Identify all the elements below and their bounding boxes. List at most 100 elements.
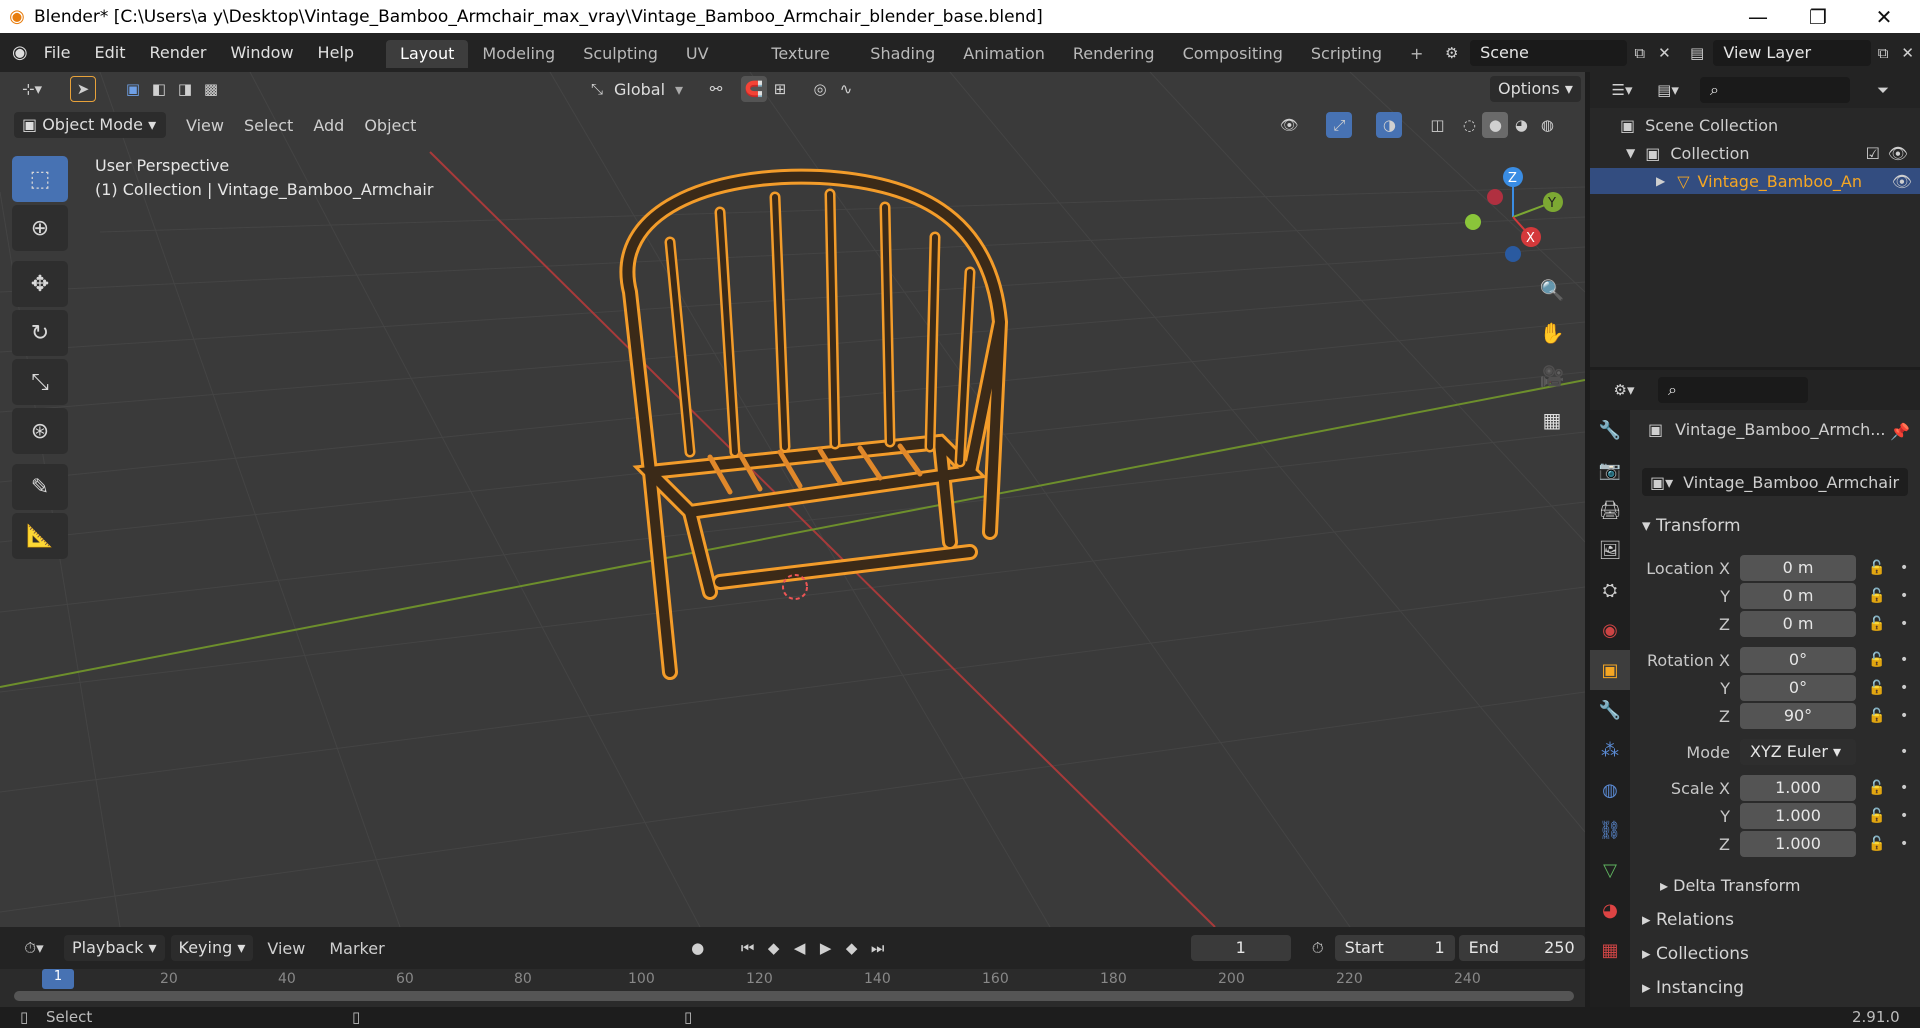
rotate-tool[interactable]: ↻ xyxy=(12,310,68,356)
tab-uv-editing[interactable]: UV Editing xyxy=(672,40,757,91)
navigation-gizmo[interactable]: Z Y X xyxy=(1455,162,1575,272)
texture-tab-icon[interactable]: ▦ xyxy=(1590,930,1630,970)
relations-panel[interactable]: ▸ Relations xyxy=(1642,910,1734,930)
transform-tool[interactable]: ⊛ xyxy=(12,408,68,454)
location-x-field[interactable]: 0 m xyxy=(1740,555,1856,581)
ortho-toggle-icon[interactable]: ▦ xyxy=(1534,402,1570,438)
auto-keying-icon[interactable]: ● xyxy=(685,935,711,961)
visibility-icon[interactable]: 👁 xyxy=(1276,112,1302,138)
xray-icon[interactable]: ◫ xyxy=(1424,112,1450,138)
lock-icon[interactable]: 🔓 xyxy=(1868,560,1886,576)
timeline-scrollbar[interactable] xyxy=(14,991,1574,1001)
end-frame-field[interactable]: End 250 xyxy=(1458,935,1585,961)
pivot-point-icon[interactable]: ⚯ xyxy=(703,76,729,102)
keyframe-dot-icon[interactable]: • xyxy=(1900,560,1908,576)
delta-transform-panel[interactable]: ▸ Delta Transform xyxy=(1660,876,1800,895)
timeline-editor-type-icon[interactable]: ⏱▾ xyxy=(14,935,54,961)
lock-icon[interactable]: 🔓 xyxy=(1868,808,1886,824)
scale-x-field[interactable]: 1.000 xyxy=(1740,775,1856,801)
pan-hand-icon[interactable]: ✋ xyxy=(1534,315,1570,351)
snap-target-icon[interactable]: ⊞ xyxy=(767,76,793,102)
lock-icon[interactable]: 🔓 xyxy=(1868,588,1886,604)
menu-select[interactable]: Select xyxy=(244,116,293,135)
gizmo-toggle-icon[interactable]: ⤢ xyxy=(1326,112,1353,138)
play-reverse-icon[interactable]: ◀ xyxy=(787,935,813,961)
lock-icon[interactable]: 🔓 xyxy=(1868,652,1886,668)
expand-arrow-icon[interactable]: ▼ xyxy=(1626,146,1635,160)
lock-icon[interactable]: 🔓 xyxy=(1868,780,1886,796)
object-row[interactable]: ▶ ▽ Vintage_Bamboo_An 👁 xyxy=(1590,168,1920,194)
keyframe-dot-icon[interactable]: • xyxy=(1900,680,1908,696)
move-tool[interactable]: ✥ xyxy=(12,261,68,307)
lock-icon[interactable]: 🔓 xyxy=(1868,680,1886,696)
minimize-button[interactable]: — xyxy=(1730,0,1786,33)
select-intersect-icon[interactable]: ▩ xyxy=(198,76,224,102)
scale-tool[interactable]: ⤡ xyxy=(12,359,68,405)
tab-animation[interactable]: Animation xyxy=(949,40,1059,68)
new-scene-icon[interactable]: ⧉ xyxy=(1627,40,1652,66)
play-icon[interactable]: ▶ xyxy=(813,935,839,961)
filter-icon[interactable]: ⏷ xyxy=(1870,77,1896,103)
transform-panel-header[interactable]: ▾ Transform xyxy=(1642,516,1741,536)
physics-tab-icon[interactable]: ◍ xyxy=(1590,770,1630,810)
measure-tool[interactable]: 📐 xyxy=(12,513,68,559)
proportional-edit-icon[interactable]: ◎ xyxy=(807,76,833,102)
location-z-field[interactable]: 0 m xyxy=(1740,611,1856,637)
menu-object[interactable]: Object xyxy=(364,116,416,135)
particles-tab-icon[interactable]: ⁂ xyxy=(1590,730,1630,770)
keyframe-dot-icon[interactable]: • xyxy=(1900,836,1908,852)
scene-selector-icon[interactable]: ⚙ xyxy=(1439,40,1464,66)
select-box-mode-icon[interactable]: ▣ xyxy=(120,76,146,102)
transform-orientation-icon[interactable]: ⤡ xyxy=(584,76,610,102)
object-name-field[interactable]: ▣▾ Vintage_Bamboo_Armchair xyxy=(1642,468,1908,496)
tab-rendering[interactable]: Rendering xyxy=(1059,40,1169,68)
keyframe-dot-icon[interactable]: • xyxy=(1900,808,1908,824)
cursor-tool[interactable]: ⊕ xyxy=(12,205,68,251)
view-layer-tab-icon[interactable]: 🖼 xyxy=(1590,530,1630,570)
data-tab-icon[interactable]: ▽ xyxy=(1590,850,1630,890)
visibility-eye-icon[interactable]: 👁 xyxy=(1888,144,1908,163)
view-layer-icon[interactable]: ▤ xyxy=(1685,40,1710,66)
pin-icon[interactable]: 📌 xyxy=(1890,422,1910,441)
jump-start-icon[interactable]: ⏮ xyxy=(735,935,761,961)
tab-shading[interactable]: Shading xyxy=(856,40,949,68)
tab-modeling[interactable]: Modeling xyxy=(468,40,569,68)
tab-layout[interactable]: Layout xyxy=(386,39,469,68)
object-visibility-eye-icon[interactable]: 👁 xyxy=(1892,172,1912,191)
orientation-value[interactable]: Global xyxy=(614,80,665,99)
collapse-arrow-icon[interactable]: ▶ xyxy=(1656,174,1665,188)
material-tab-icon[interactable]: ◕ xyxy=(1590,890,1630,930)
keyframe-dot-icon[interactable]: • xyxy=(1900,708,1908,724)
menu-edit[interactable]: Edit xyxy=(83,43,138,62)
location-y-field[interactable]: 0 m xyxy=(1740,583,1856,609)
lock-icon[interactable]: 🔓 xyxy=(1868,836,1886,852)
rotation-x-field[interactable]: 0° xyxy=(1740,647,1856,673)
armchair-object[interactable] xyxy=(590,152,1010,682)
outliner-search-input[interactable]: ⌕ xyxy=(1700,77,1850,103)
select-subtract-icon[interactable]: ◨ xyxy=(172,76,198,102)
menu-render[interactable]: Render xyxy=(137,43,218,62)
3d-viewport[interactable]: ⊹▾ ➤ ▣ ◧ ◨ ▩ ⤡ Global ▾ ⚯ 🧲 ⊞ ◎ ∿ Option… xyxy=(0,72,1585,927)
timeline-ruler[interactable]: 1 20 40 60 80 100 120 140 160 180 200 22… xyxy=(0,969,1585,1007)
current-frame-field[interactable]: 1 xyxy=(1190,935,1291,961)
add-workspace-icon[interactable]: + xyxy=(1396,40,1437,68)
keyframe-dot-icon[interactable]: • xyxy=(1900,652,1908,668)
modifier-tab-icon[interactable]: 🔧 xyxy=(1590,690,1630,730)
timeline-view-menu[interactable]: View xyxy=(267,939,305,958)
delete-scene-icon[interactable]: ✕ xyxy=(1652,40,1677,66)
tab-sculpting[interactable]: Sculpting xyxy=(569,40,672,68)
start-frame-field[interactable]: Start 1 xyxy=(1334,935,1455,961)
keyframe-dot-icon[interactable]: • xyxy=(1900,744,1908,760)
material-shading-icon[interactable]: ◕ xyxy=(1508,112,1534,138)
menu-view[interactable]: View xyxy=(186,116,224,135)
collections-panel[interactable]: ▸ Collections xyxy=(1642,944,1749,964)
close-button[interactable]: ✕ xyxy=(1856,0,1912,33)
camera-view-icon[interactable]: 🎥 xyxy=(1534,358,1570,394)
new-view-layer-icon[interactable]: ⧉ xyxy=(1871,40,1896,66)
display-mode-icon[interactable]: ▤▾ xyxy=(1650,77,1686,103)
jump-end-icon[interactable]: ⏭ xyxy=(865,935,891,961)
scale-y-field[interactable]: 1.000 xyxy=(1740,803,1856,829)
mode-dropdown[interactable]: ▣ Object Mode ▾ xyxy=(14,112,166,138)
playhead[interactable]: 1 xyxy=(42,969,74,989)
view-layer-field[interactable]: View Layer xyxy=(1713,39,1871,66)
